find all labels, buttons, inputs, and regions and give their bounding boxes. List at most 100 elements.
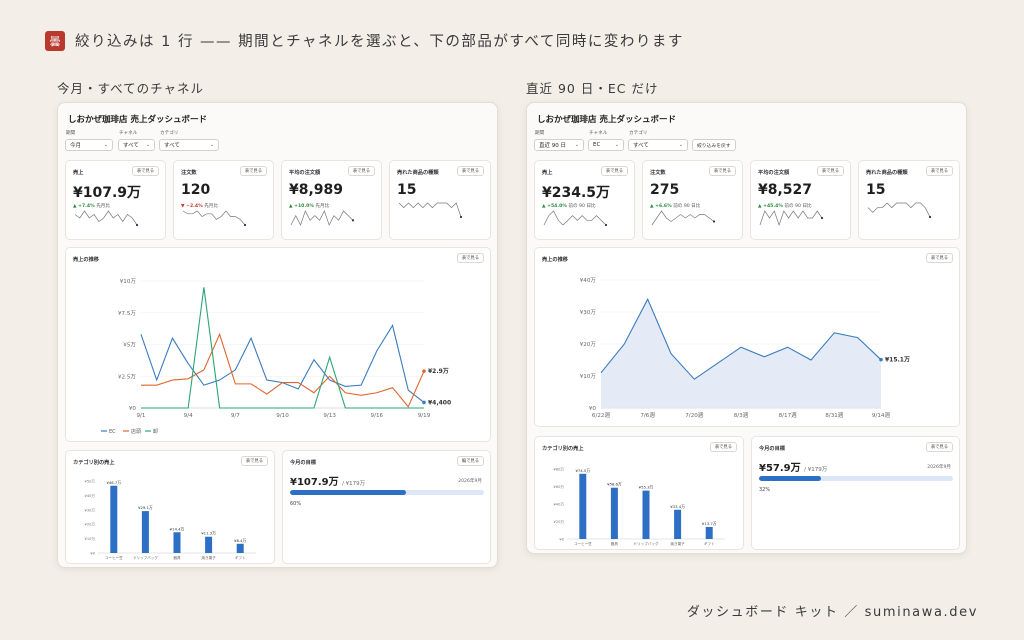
x-tick-label: コーヒー豆: [574, 541, 592, 546]
view-table-button[interactable]: 表で見る: [456, 166, 484, 176]
bar-value-label: ¥13.7万: [702, 521, 717, 526]
sparkline: [867, 202, 932, 219]
y-tick-label: ¥0: [129, 406, 137, 412]
kpi-title: 平均の注文額: [758, 170, 790, 176]
kpi-title: 売上: [73, 170, 84, 176]
x-tick-label: 焼き菓子: [670, 541, 685, 546]
sparkline-path: [398, 202, 462, 218]
brand-logo-icon: 曇: [45, 30, 65, 51]
y-tick-label: ¥40万: [580, 277, 597, 284]
sparkline-path: [759, 210, 823, 227]
goal-progress-bar: [290, 490, 484, 495]
y-tick-label: ¥20万: [554, 520, 565, 524]
kpi-value: 15: [397, 182, 417, 198]
chevron-down-icon: ⌄: [209, 142, 214, 148]
view-table-button[interactable]: 表で見る: [708, 166, 736, 176]
view-table-button[interactable]: 表で見る: [347, 166, 375, 176]
series-end-dot: [422, 400, 426, 405]
view-table-button[interactable]: 表で見る: [239, 166, 267, 176]
filter-category-select[interactable]: すべて ⌄: [159, 139, 219, 151]
sparkline: [398, 202, 463, 219]
view-table-button[interactable]: 表で見る: [816, 166, 844, 176]
category-card: カテゴリ別の売上 表で見る ¥0 ¥10万 ¥20万 ¥30万 ¥40万 ¥50万 ¥46.…: [65, 450, 275, 564]
view-table-button[interactable]: 表で見る: [131, 166, 159, 176]
y-tick-label: ¥0: [90, 552, 95, 556]
x-tick-label: ドリップバッグ: [133, 555, 159, 560]
x-tick-label: 6/22週: [592, 411, 611, 419]
filter-channel-label: チャネル: [589, 131, 608, 136]
y-tick-label: ¥20万: [580, 341, 597, 348]
goal-progress-fill: [290, 490, 407, 495]
series-line-卸: [141, 287, 424, 409]
bar-value-label: ¥58.6万: [607, 482, 622, 487]
chevron-down-icon: ⌄: [145, 142, 150, 148]
x-tick-label: 8/3週: [734, 411, 749, 419]
y-tick-label: ¥30万: [85, 508, 96, 512]
sparkline-end-dot: [820, 216, 824, 220]
x-tick-label: 7/20週: [685, 411, 704, 419]
kpi-card-avg-order: 平均の注文額 表で見る ¥8,527 ▲ +45.4% 前の 90 日比: [750, 160, 851, 240]
dashboard-right: しおかぜ珈琲店 売上ダッシュボード 期間 直近 90 日 ⌄ チャネル EC ⌄ カ…: [526, 102, 967, 554]
y-tick-label: ¥5万: [123, 342, 136, 349]
kpi-value: ¥8,989: [289, 182, 344, 198]
goal-month: 2026年9月: [458, 479, 482, 484]
kpi-title: 売上: [542, 170, 553, 176]
bar-value-label: ¥6.4万: [234, 538, 246, 543]
goal-percent: 60%: [290, 501, 302, 507]
sparkline-path: [74, 210, 138, 226]
x-tick-label: 8/31週: [825, 411, 844, 419]
y-tick-label: ¥40万: [85, 494, 96, 498]
x-tick-label: 9/4: [184, 413, 193, 419]
view-table-button[interactable]: 表で見る: [600, 166, 628, 176]
sparkline: [759, 210, 824, 227]
filter-period-label: 期間: [66, 131, 76, 136]
kpi-value: ¥107.9万: [73, 185, 142, 201]
series-end-label: ¥15.1万: [885, 357, 910, 364]
x-tick-label: ギフト: [235, 555, 246, 560]
filter-period-select[interactable]: 今月 ⌄: [65, 139, 113, 151]
filter-period-select[interactable]: 直近 90 日 ⌄: [534, 139, 584, 151]
sparkline-end-dot: [928, 215, 932, 219]
trend-card: 売上の推移 表で見る ¥0 ¥2.5万 ¥5万 ¥7.5万 ¥10万 9/1 9/4 9/7 9…: [65, 247, 491, 442]
x-tick-label: 焼き菓子: [201, 555, 216, 560]
category-card: カテゴリ別の売上 表で見る ¥0 ¥20万 ¥40万 ¥60万 ¥80万 ¥74.5万 コー…: [534, 436, 744, 550]
chevron-down-icon: ⌄: [614, 142, 619, 148]
x-tick-label: 9/19: [418, 413, 431, 419]
kpi-card-orders: 注文数 表で見る 275 ▲ +6.6% 前の 90 日比: [642, 160, 743, 240]
bar-value-label: ¥46.7万: [106, 480, 121, 485]
x-tick-label: 9/16: [371, 413, 384, 419]
goal-card: 今月の目標 表で見る ¥57.9万 / ¥179万 2026年9月 32%: [751, 436, 960, 550]
filter-category-label: カテゴリ: [160, 131, 179, 136]
trend-card: 売上の推移 表で見る ¥0 ¥10万 ¥20万 ¥30万 ¥40万 6/22週 7/6週 7/…: [534, 247, 960, 427]
kpi-title: 売れた商品の種類: [397, 170, 439, 176]
reset-filters-button[interactable]: 絞り込みを戻す: [692, 139, 736, 151]
filter-channel-select[interactable]: EC ⌄: [588, 139, 624, 151]
filter-category-select[interactable]: すべて ⌄: [628, 139, 688, 151]
view-table-button[interactable]: 表で見る: [925, 442, 953, 452]
category-chart: ¥0 ¥10万 ¥20万 ¥30万 ¥40万 ¥50万 ¥46.7万コーヒー豆 ¥29.1万ド…: [85, 480, 256, 560]
kpi-card-avg-order: 平均の注文額 表で見る ¥8,989 ▲ +10.0% 先月比: [281, 160, 382, 240]
bar-ドリップバッグ: [642, 490, 650, 539]
sparkline: [543, 210, 608, 227]
x-tick-label: 9/13: [323, 413, 336, 419]
goal-amount: ¥107.9万: [290, 477, 339, 488]
kpi-title: 注文数: [650, 170, 666, 176]
filter-channel-select[interactable]: すべて ⌄: [118, 139, 155, 151]
sparkline-path: [867, 202, 931, 218]
y-tick-label: ¥10万: [120, 278, 137, 285]
bar-焼き菓子: [205, 536, 213, 553]
bar-value-label: ¥74.5万: [575, 468, 590, 473]
view-table-button[interactable]: 編で見る: [456, 456, 484, 466]
kpi-title: 注文数: [181, 170, 197, 176]
sparkline-end-dot: [243, 223, 247, 227]
x-tick-label: ギフト: [704, 541, 715, 546]
footer-credit: ダッシュボード キット ／ suminawa.dev: [686, 605, 978, 620]
x-tick-label: 器具: [611, 541, 619, 546]
series-end-dot: [422, 369, 426, 373]
kpi-card-orders: 注文数 表で見る 120 ▼ −2.4% 先月比: [173, 160, 274, 240]
right-caption: 直近 90 日・EC だけ: [526, 81, 659, 96]
goal-progress-bar: [759, 476, 953, 481]
bar-ギフト: [705, 527, 713, 539]
view-table-button[interactable]: 表で見る: [925, 166, 953, 176]
sparkline-end-dot: [604, 223, 608, 227]
